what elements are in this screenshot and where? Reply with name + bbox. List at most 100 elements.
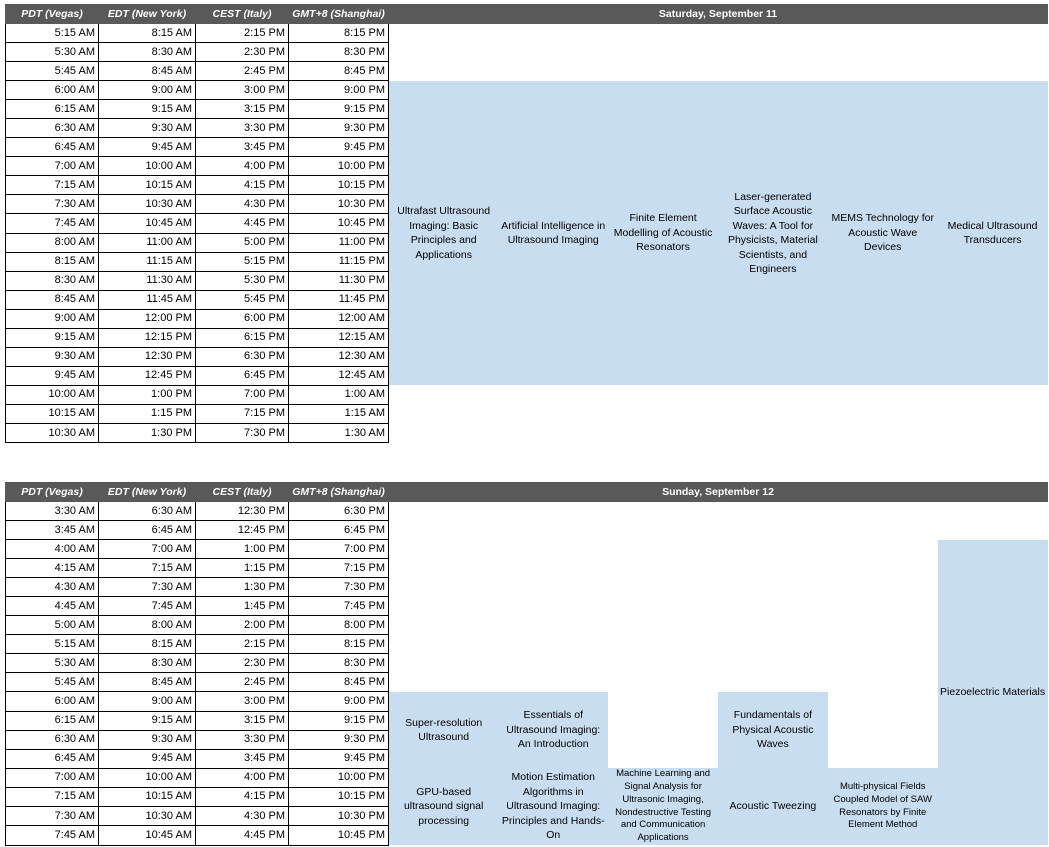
time-cest: 3:00 PM	[195, 80, 289, 101]
time-cest: 7:00 PM	[195, 384, 289, 405]
empty-block	[388, 501, 1048, 540]
time-pdt: 4:15 AM	[5, 558, 99, 579]
time-pdt: 5:30 AM	[5, 42, 99, 63]
time-edt: 10:00 AM	[98, 156, 196, 177]
time-edt: 7:45 AM	[98, 596, 196, 617]
time-cest: 2:30 PM	[195, 653, 289, 674]
time-edt: 9:00 AM	[98, 80, 196, 101]
time-gmt8: 9:15 PM	[288, 710, 389, 731]
header-cest: CEST (Italy)	[195, 482, 289, 502]
time-gmt8: 12:30 AM	[288, 346, 389, 367]
time-pdt: 5:15 AM	[5, 22, 99, 44]
saturday-rows: 5:15 AM 8:15 AM 2:15 PM 8:15 PM 5:30 AM 8:30 …	[5, 22, 1048, 444]
time-cest: 2:45 PM	[195, 61, 289, 82]
time-pdt: 7:45 AM	[5, 213, 99, 234]
session-cell: Medical Ultrasound Transducers	[937, 80, 1048, 386]
time-pdt: 8:15 AM	[5, 251, 99, 272]
table-row: 6:00 AM 9:00 AM 3:00 PM 9:00 PM Ultrafast Ul…	[5, 80, 1048, 386]
time-pdt: 7:45 AM	[5, 825, 99, 846]
session-cell: Fundamentals of Physical Acoustic Waves	[717, 691, 828, 769]
header-pdt: PDT (Vegas)	[5, 482, 99, 502]
time-gmt8: 11:45 PM	[288, 289, 389, 310]
header-pdt: PDT (Vegas)	[5, 4, 99, 24]
time-pdt: 9:45 AM	[5, 365, 99, 386]
empty-block	[388, 23, 1048, 81]
time-cest: 3:30 PM	[195, 118, 289, 139]
time-cest: 5:45 PM	[195, 289, 289, 310]
time-edt: 11:15 AM	[98, 251, 196, 272]
time-cest: 4:30 PM	[195, 806, 289, 827]
time-edt: 8:30 AM	[98, 653, 196, 674]
time-gmt8: 10:30 PM	[288, 194, 389, 215]
time-edt: 9:45 AM	[98, 748, 196, 769]
time-edt: 8:30 AM	[98, 42, 196, 63]
time-pdt: 6:45 AM	[5, 748, 99, 769]
time-gmt8: 7:15 PM	[288, 558, 389, 579]
time-cest: 6:00 PM	[195, 308, 289, 329]
time-cest: 2:00 PM	[195, 615, 289, 636]
time-gmt8: 7:30 PM	[288, 577, 389, 598]
time-cest: 3:30 PM	[195, 729, 289, 750]
time-edt: 9:15 AM	[98, 710, 196, 731]
time-edt: 10:30 AM	[98, 194, 196, 215]
table-row: 4:00 AM 7:00 AM 1:00 PM 7:00 PM Piezoelectri…	[5, 539, 1048, 846]
time-edt: 10:00 AM	[98, 767, 196, 788]
time-gmt8: 8:15 PM	[288, 634, 389, 655]
time-pdt: 4:00 AM	[5, 539, 99, 560]
time-cest: 5:00 PM	[195, 232, 289, 253]
header-cest: CEST (Italy)	[195, 4, 289, 24]
time-pdt: 6:30 AM	[5, 118, 99, 139]
time-cest: 5:30 PM	[195, 270, 289, 291]
time-edt: 11:00 AM	[98, 232, 196, 253]
time-cest: 2:15 PM	[195, 634, 289, 655]
time-gmt8: 1:30 AM	[288, 422, 389, 444]
saturday-schedule-table: PDT (Vegas) EDT (New York) CEST (Italy) …	[5, 4, 1048, 444]
table-row: 3:30 AM 6:30 AM 12:30 PM 6:30 PM	[5, 500, 1048, 540]
time-pdt: 6:00 AM	[5, 80, 99, 101]
time-pdt: 6:00 AM	[5, 691, 99, 712]
session-cell: Ultrafast Ultrasound Imaging: Basic Prin…	[388, 80, 499, 386]
time-gmt8: 9:15 PM	[288, 99, 389, 120]
session-cell: Finite Element Modelling of Acoustic Res…	[608, 80, 718, 386]
time-edt: 7:15 AM	[98, 558, 196, 579]
time-gmt8: 8:30 PM	[288, 42, 389, 63]
time-pdt: 5:30 AM	[5, 653, 99, 674]
time-edt: 1:15 PM	[98, 403, 196, 424]
time-pdt: 9:30 AM	[5, 346, 99, 367]
session-cell: GPU-based ultrasound signal processing	[388, 768, 499, 846]
time-pdt: 10:30 AM	[5, 422, 99, 444]
time-cest: 4:15 PM	[195, 786, 289, 808]
empty-block	[388, 385, 1048, 443]
time-cest: 4:45 PM	[195, 825, 289, 846]
time-edt: 8:45 AM	[98, 672, 196, 693]
session-cell: Laser-generated Surface Acoustic Waves: …	[717, 80, 828, 386]
time-edt: 6:30 AM	[98, 500, 196, 522]
time-edt: 1:30 PM	[98, 422, 196, 444]
time-cest: 3:45 PM	[195, 137, 289, 158]
table-row: 7:00 AM 10:00 AM 4:00 PM 10:00 PM GPU-based …	[5, 767, 1048, 846]
time-pdt: 6:15 AM	[5, 99, 99, 120]
time-pdt: 9:15 AM	[5, 327, 99, 348]
time-edt: 9:15 AM	[98, 99, 196, 120]
time-cest: 3:45 PM	[195, 748, 289, 769]
time-gmt8: 7:00 PM	[288, 539, 389, 560]
time-cest: 12:45 PM	[195, 520, 289, 541]
time-gmt8: 7:45 PM	[288, 596, 389, 617]
time-edt: 1:00 PM	[98, 384, 196, 405]
time-gmt8: 10:45 PM	[288, 825, 389, 846]
time-cest: 2:15 PM	[195, 22, 289, 44]
time-cest: 1:00 PM	[195, 539, 289, 560]
time-pdt: 7:15 AM	[5, 786, 99, 808]
empty-block	[388, 539, 938, 692]
time-pdt: 7:30 AM	[5, 806, 99, 827]
session-cell: Machine Learning and Signal Analysis for…	[608, 768, 718, 846]
time-edt: 10:30 AM	[98, 806, 196, 827]
time-pdt: 6:30 AM	[5, 729, 99, 750]
time-pdt: 6:45 AM	[5, 137, 99, 158]
time-edt: 9:30 AM	[98, 729, 196, 750]
time-cest: 3:00 PM	[195, 691, 289, 712]
time-pdt: 8:45 AM	[5, 289, 99, 310]
time-edt: 10:15 AM	[98, 175, 196, 196]
time-pdt: 5:15 AM	[5, 634, 99, 655]
time-gmt8: 8:30 PM	[288, 653, 389, 674]
